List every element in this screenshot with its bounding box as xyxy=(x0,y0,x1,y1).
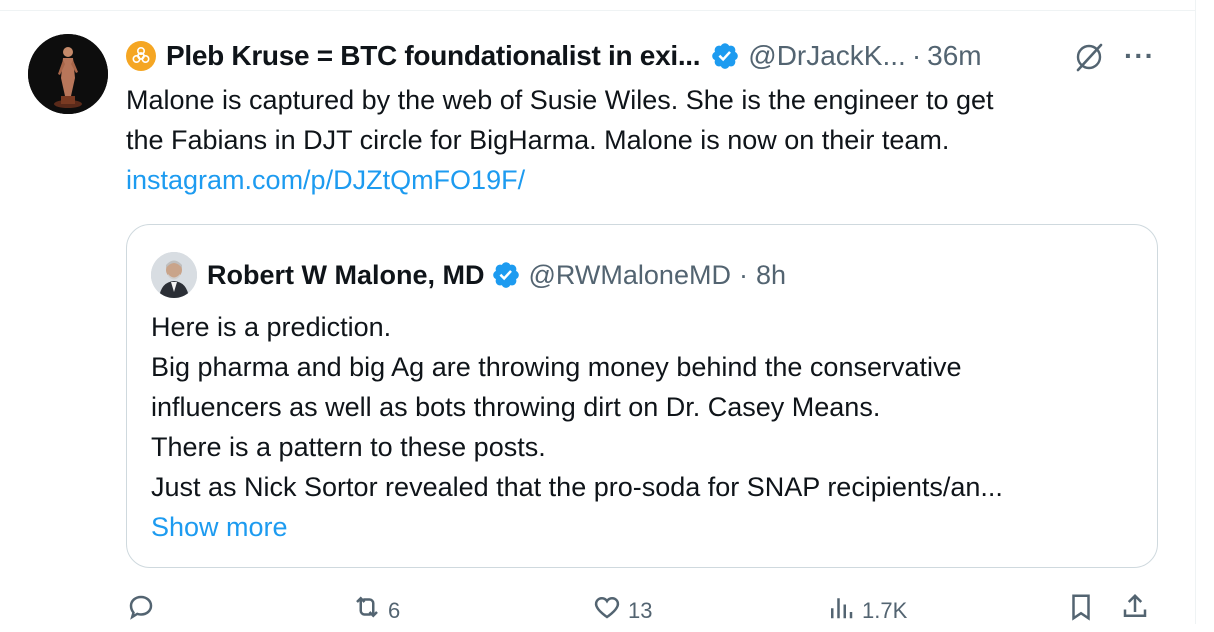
tweet-body: Malone is captured by the web of Susie W… xyxy=(126,80,1156,200)
quote-timestamp[interactable]: 8h xyxy=(756,260,786,291)
author-avatar[interactable] xyxy=(28,34,108,114)
like-count: 13 xyxy=(628,598,653,623)
views-count: 1.7K xyxy=(862,598,908,623)
tweet-text-line: the Fabians in DJT circle for BigHarma. … xyxy=(126,125,950,155)
views-chart-icon xyxy=(831,598,853,619)
tweet-text-line: Malone is captured by the web of Susie W… xyxy=(126,85,994,115)
top-divider xyxy=(0,0,1196,11)
bookmark-icon xyxy=(1072,594,1090,621)
action-bar: 6 13 1.7K xyxy=(126,592,1176,632)
biohazard-icon xyxy=(126,41,156,71)
tweet-link[interactable]: instagram.com/p/DJZtQmFO19F/ xyxy=(126,165,525,195)
verified-badge-icon xyxy=(712,43,739,69)
more-options-icon[interactable]: ··· xyxy=(1124,40,1155,72)
retweet-icon xyxy=(356,596,378,618)
tweet-timestamp[interactable]: 36m xyxy=(927,40,981,72)
heart-icon xyxy=(594,596,620,619)
retweet-count: 6 xyxy=(388,598,401,623)
grok-icon[interactable] xyxy=(1071,39,1107,75)
quote-author-avatar xyxy=(151,252,197,298)
verified-badge-icon xyxy=(492,262,519,288)
reply-button[interactable] xyxy=(126,592,156,622)
quoted-tweet[interactable]: Robert W Malone, MD @RWMaloneMD · 8h Her… xyxy=(126,224,1158,568)
reply-icon xyxy=(129,595,153,620)
show-more-link[interactable]: Show more xyxy=(151,512,288,542)
quote-text-line: Here is a prediction. xyxy=(151,312,392,342)
quote-body: Here is a prediction. Big pharma and big… xyxy=(151,307,1141,547)
quote-text-line: There is a pattern to these posts. xyxy=(151,432,546,462)
share-button[interactable] xyxy=(1120,592,1150,622)
bookmark-button[interactable] xyxy=(1066,592,1096,622)
tweet-header: Pleb Kruse = BTC foundationalist in exi.… xyxy=(126,36,982,76)
quote-text-line: influencers as well as bots throwing dir… xyxy=(151,392,881,422)
author-name[interactable]: Pleb Kruse = BTC foundationalist in exi.… xyxy=(166,40,701,72)
right-divider xyxy=(1195,0,1196,624)
quote-header: Robert W Malone, MD @RWMaloneMD · 8h xyxy=(151,252,786,298)
author-handle[interactable]: @DrJackK... xyxy=(748,40,906,72)
quote-author-name[interactable]: Robert W Malone, MD xyxy=(207,260,485,291)
retweet-button[interactable]: 6 xyxy=(352,592,400,624)
share-icon xyxy=(1123,593,1147,617)
quote-author-handle[interactable]: @RWMaloneMD xyxy=(529,260,731,291)
separator-dot: · xyxy=(911,40,922,71)
quote-text-line: Big pharma and big Ag are throwing money… xyxy=(151,352,962,382)
views-button[interactable]: 1.7K xyxy=(826,592,907,624)
quote-text-line: Just as Nick Sortor revealed that the pr… xyxy=(151,472,1003,502)
separator-dot: · xyxy=(738,259,748,290)
like-button[interactable]: 13 xyxy=(592,592,652,624)
